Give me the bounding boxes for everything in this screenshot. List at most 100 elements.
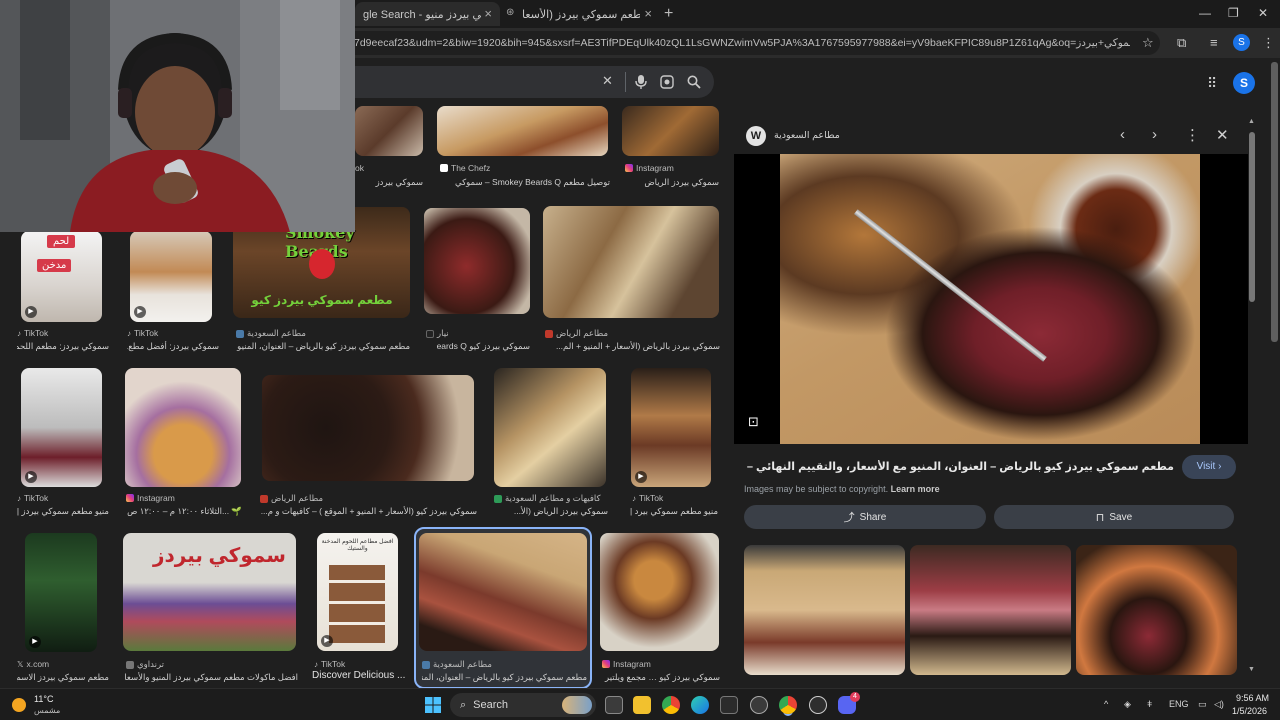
- image-result[interactable]: [125, 368, 241, 487]
- image-source: The Chefz: [440, 163, 610, 173]
- image-result[interactable]: ▶: [25, 533, 97, 652]
- learn-more-link[interactable]: Learn more: [891, 484, 940, 494]
- tiktok-icon: ♪: [127, 328, 131, 338]
- image-caption: سموكي بيردز الرياض (الأ...: [513, 506, 608, 516]
- close-tab-icon[interactable]: ×: [484, 6, 492, 21]
- menu-kebab-icon[interactable]: ⋮: [1262, 35, 1275, 51]
- webcam-feed: [0, 0, 355, 232]
- storefront-text: سموكي بيردز: [153, 545, 286, 567]
- windows-start-icon[interactable]: [425, 697, 441, 713]
- preview-image[interactable]: [734, 154, 1248, 444]
- media-icon[interactable]: ≡: [1210, 35, 1218, 50]
- scroll-thumb[interactable]: [1249, 132, 1255, 302]
- image-result[interactable]: [543, 206, 719, 318]
- image-result[interactable]: سموكي بيردز: [123, 533, 296, 651]
- file-explorer-icon[interactable]: [633, 696, 651, 714]
- image-result[interactable]: ▶: [631, 368, 711, 487]
- page-scrollbar-thumb[interactable]: [1271, 62, 1278, 342]
- tab-favicon-icon: ⊛: [506, 7, 515, 18]
- taskbar-search-label: Search: [473, 699, 509, 711]
- image-result[interactable]: [622, 106, 719, 156]
- minimize-icon[interactable]: —: [1199, 6, 1211, 20]
- visit-button[interactable]: Visit ›: [1182, 455, 1236, 479]
- image-result[interactable]: افضل مطاعم اللحوم المدخنة والستيك ▶: [317, 533, 398, 651]
- image-result[interactable]: [600, 533, 719, 651]
- scroll-up-icon[interactable]: ▲: [1248, 118, 1255, 125]
- tray-chevron-icon[interactable]: ^: [1104, 699, 1108, 709]
- chrome-profile-icon[interactable]: [779, 696, 797, 714]
- next-arrow-icon[interactable]: ›: [1152, 126, 1157, 143]
- close-panel-icon[interactable]: ✕: [1216, 126, 1229, 144]
- image-result[interactable]: [262, 375, 474, 481]
- image-result[interactable]: [355, 106, 423, 156]
- account-avatar[interactable]: S: [1233, 72, 1255, 94]
- more-options-icon[interactable]: ⋮: [1185, 126, 1200, 144]
- bookmark-icon: ⊓: [1095, 511, 1105, 524]
- image-result[interactable]: ▶: [130, 231, 212, 322]
- task-view-icon[interactable]: [605, 696, 623, 714]
- edge-icon[interactable]: [691, 696, 709, 714]
- keyboard-language[interactable]: ENG: [1169, 699, 1189, 709]
- store-icon[interactable]: [720, 696, 738, 714]
- image-result[interactable]: ▶: [21, 368, 102, 487]
- search-icon[interactable]: [687, 75, 701, 89]
- lens-icon[interactable]: ⊡: [748, 414, 759, 430]
- extensions-icon[interactable]: ⧉: [1177, 35, 1186, 51]
- weather-sun-icon[interactable]: [12, 698, 26, 712]
- windows-taskbar: 11°C مشمس ⌕ Search 4 ^ ◈ ǂ ENG ▭ ◁) 9:56…: [0, 688, 1280, 720]
- google-apps-icon[interactable]: ⠿: [1207, 75, 1217, 92]
- app-icon[interactable]: [750, 696, 768, 714]
- network-icon[interactable]: ◈: [1124, 699, 1131, 710]
- close-tab-icon[interactable]: ×: [644, 6, 652, 21]
- share-button[interactable]: ⤴ Share: [744, 505, 986, 529]
- search-box[interactable]: ✕: [330, 66, 714, 98]
- mic-icon[interactable]: ǂ: [1147, 699, 1152, 709]
- image-result[interactable]: [419, 533, 587, 651]
- new-tab-plus-icon[interactable]: +: [664, 5, 673, 23]
- bookmark-star-icon[interactable]: ☆: [1142, 35, 1154, 51]
- image-result[interactable]: لحم مدخن ▶: [21, 231, 102, 322]
- image-source: ♪ TikTok: [17, 493, 49, 503]
- volume-icon[interactable]: ◁): [1214, 699, 1224, 710]
- panel-title[interactable]: مطعم سموكي بيردز كيو بالرياض – العنوان، …: [744, 460, 1174, 473]
- clock-date[interactable]: 1/5/2026: [1232, 706, 1267, 716]
- related-image[interactable]: [744, 545, 905, 675]
- copyright-notice: Images may be subject to copyright. Lear…: [744, 484, 940, 494]
- image-caption: سموكي بيردز الرياض: [644, 177, 719, 187]
- close-window-icon[interactable]: ✕: [1258, 6, 1268, 20]
- image-caption: سموكي بيردز كيو (الأسعار + المنيو + المو…: [260, 506, 477, 516]
- clock-time[interactable]: 9:56 AM: [1236, 693, 1269, 703]
- scroll-down-icon[interactable]: ▼: [1248, 666, 1255, 673]
- profile-avatar[interactable]: S: [1233, 34, 1250, 51]
- image-result[interactable]: [437, 106, 608, 156]
- clear-search-icon[interactable]: ✕: [602, 73, 613, 89]
- panel-scrollbar[interactable]: ▲ ▼: [1248, 118, 1256, 678]
- wordpress-logo-icon: W: [746, 126, 766, 146]
- image-caption: سموكي بيردز: [375, 177, 423, 187]
- save-button[interactable]: ⊓ Save: [994, 505, 1234, 529]
- image-result[interactable]: [424, 208, 530, 314]
- app-icon-2[interactable]: [809, 696, 827, 714]
- image-source: Instagram: [126, 493, 242, 503]
- tab-google-search[interactable]: gle Search - سموكي بيردز منيو ×: [355, 2, 500, 26]
- logo-emblem: [309, 249, 335, 279]
- display-icon[interactable]: ▭: [1198, 699, 1207, 710]
- image-caption: مطعم سموكي بيردز كيو بالرياض – العنوان، …: [422, 672, 587, 682]
- voice-search-icon[interactable]: [635, 74, 647, 90]
- taskbar-search[interactable]: ⌕ Search: [450, 693, 596, 717]
- address-bar[interactable]: 7d9eecaf23&udm=2&biw=1920&bih=945&sxsrf=…: [340, 31, 1160, 55]
- weather-description[interactable]: مشمس: [34, 706, 60, 715]
- related-image[interactable]: [1076, 545, 1237, 675]
- image-result[interactable]: [494, 368, 606, 487]
- restore-icon[interactable]: ❐: [1228, 6, 1239, 20]
- weather-temperature[interactable]: 11°C: [34, 694, 53, 704]
- video-play-icon: ▶: [29, 636, 41, 648]
- lens-search-icon[interactable]: [660, 75, 674, 89]
- notification-badge: 4: [850, 692, 860, 702]
- related-image[interactable]: [910, 545, 1071, 675]
- chrome-icon[interactable]: [662, 696, 680, 714]
- previous-arrow-icon[interactable]: ‹: [1120, 126, 1125, 143]
- video-play-icon: ▶: [25, 306, 37, 318]
- discord-icon[interactable]: 4: [838, 692, 860, 714]
- tab-menu-page[interactable]: ⊛ منيو مطعم سموكي بيردز (الأسعا ×: [500, 2, 660, 26]
